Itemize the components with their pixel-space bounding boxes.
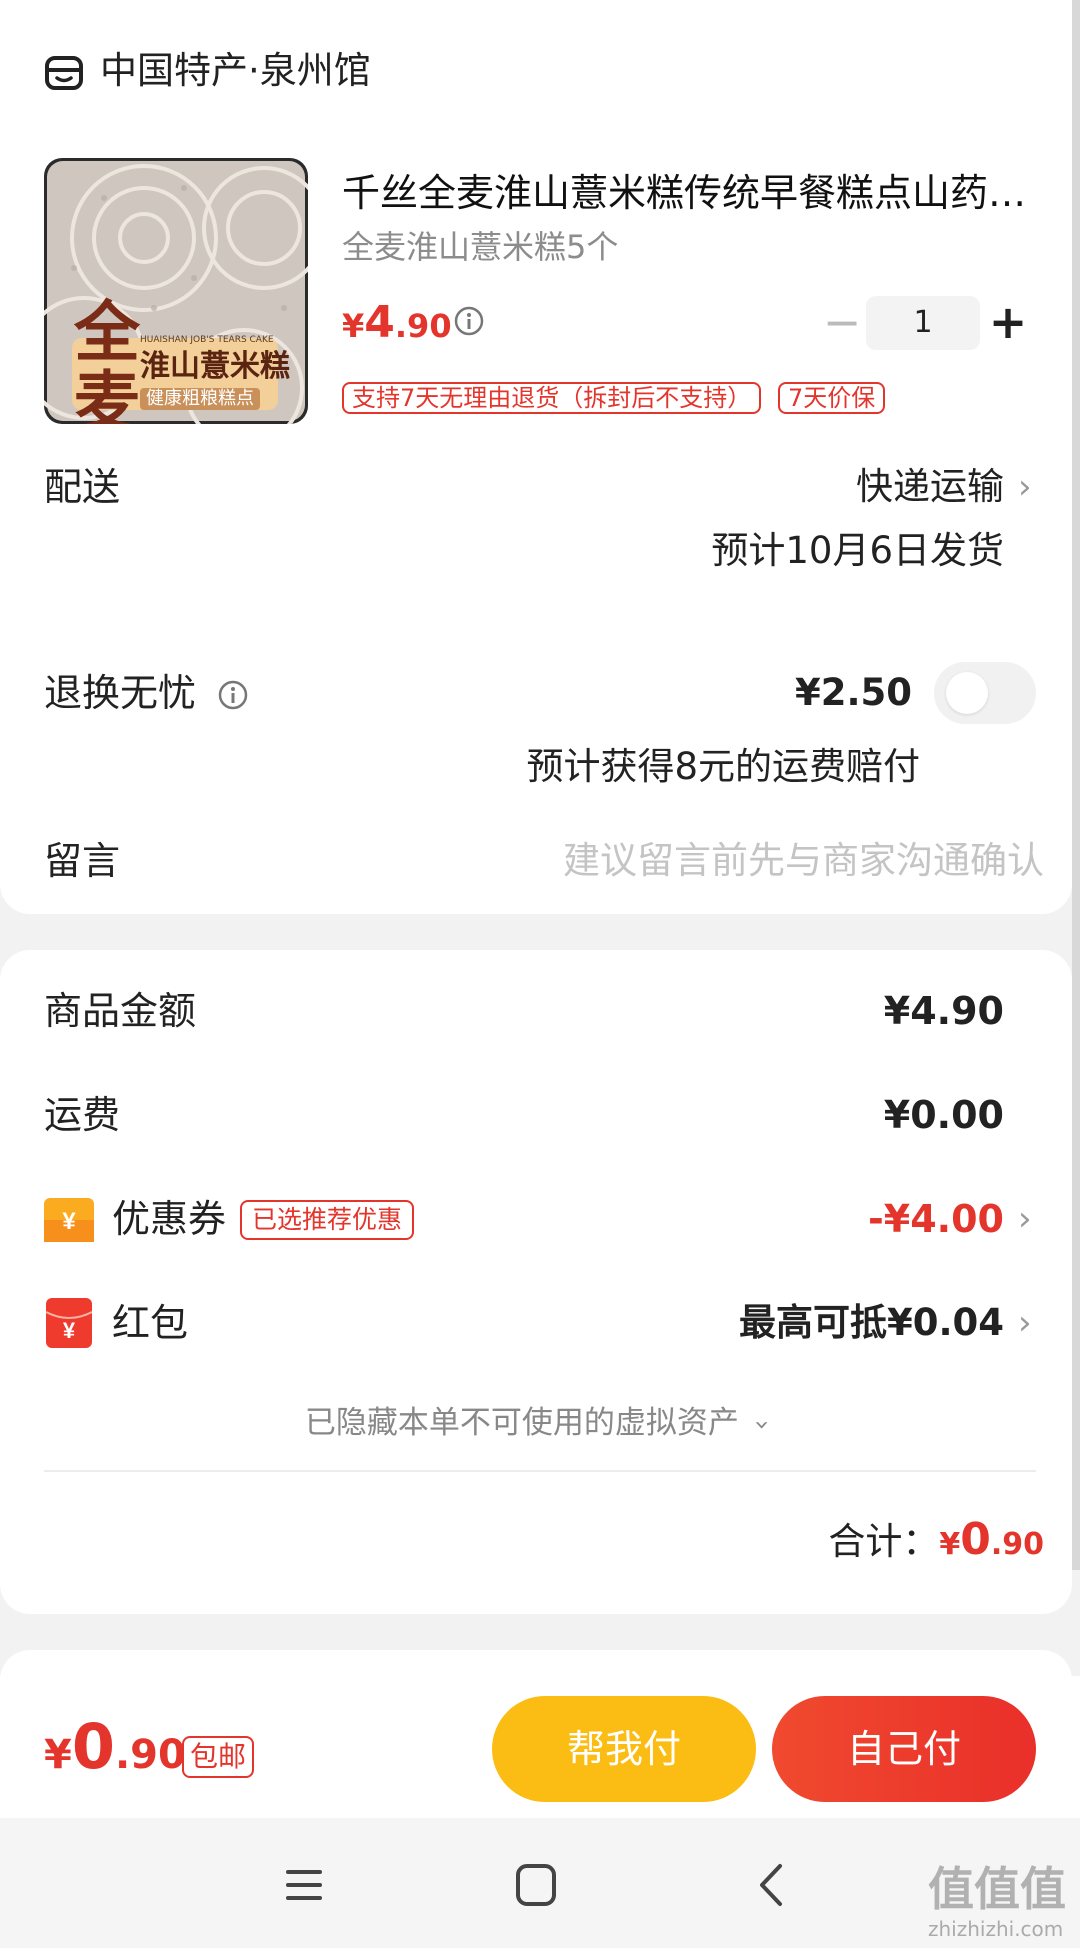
red-packet-value[interactable]: 最高可抵¥0.04 xyxy=(739,1298,1004,1348)
toggle-knob xyxy=(946,672,988,714)
price-info-icon[interactable] xyxy=(454,306,484,336)
svg-text:¥: ¥ xyxy=(63,1318,76,1343)
delivery-estimate: 预计10月6日发货 xyxy=(711,529,1004,572)
help-pay-button[interactable]: 帮我付 xyxy=(492,1696,756,1802)
product-spec[interactable]: 全麦淮山薏米糕5个 xyxy=(342,224,618,270)
coupon-badge: 已选推荐优惠 xyxy=(240,1200,415,1240)
watermark-logo: 值值值 xyxy=(928,1862,1066,1916)
total-label: 合计： xyxy=(828,1520,940,1563)
return-insurance-desc: 预计获得8元的运费赔付 xyxy=(526,745,920,788)
shipping-label: 运费 xyxy=(44,1093,121,1137)
return-policy-tag: 支持7天无理由退货（拆封后不支持） xyxy=(342,382,762,414)
self-pay-button[interactable]: 自己付 xyxy=(772,1696,1036,1802)
total-currency: ¥ xyxy=(939,1527,961,1562)
goods-amount-label: 商品金额 xyxy=(44,989,197,1033)
price-integer: 4 xyxy=(364,297,395,348)
recent-apps-icon[interactable] xyxy=(274,1860,334,1910)
product-image[interactable]: 全麦 HUAISHAN JOB'S TEARS CAKE 淮山薏米糕 健康粗粮糕… xyxy=(44,158,308,424)
coupon-label[interactable]: 优惠券 xyxy=(112,1194,226,1244)
product-title[interactable]: 千丝全麦淮山薏米糕传统早餐糕点山药… xyxy=(342,168,1032,218)
image-sub-text: 健康粗粮糕点 xyxy=(140,388,260,410)
image-english-text: HUAISHAN JOB'S TEARS CAKE xyxy=(140,335,274,345)
chevron-down-icon: › xyxy=(746,1419,777,1431)
price-decimal: .90 xyxy=(394,307,452,345)
payable-decimal: .90 xyxy=(114,1732,186,1778)
red-packet-icon: ¥ xyxy=(46,1298,92,1348)
quantity-increase-button[interactable]: + xyxy=(986,299,1030,345)
return-insurance-price: ¥2.50 xyxy=(794,671,912,714)
store-name[interactable]: 中国特产·泉州馆 xyxy=(100,46,371,96)
hidden-assets-text: 已隐藏本单不可使用的虚拟资产 xyxy=(304,1405,739,1441)
return-insurance-info-icon[interactable] xyxy=(218,680,248,710)
back-icon[interactable] xyxy=(742,1860,802,1910)
coupon-chevron-right-icon[interactable]: › xyxy=(1018,1194,1032,1244)
image-name-text: 淮山薏米糕 xyxy=(140,349,290,384)
message-label: 留言 xyxy=(44,839,121,883)
delivery-label: 配送 xyxy=(44,465,121,509)
red-packet-label[interactable]: 红包 xyxy=(112,1298,188,1348)
payable-integer: 0 xyxy=(71,1710,115,1783)
payable-price: ¥0.90 xyxy=(44,1712,186,1798)
coupon-icon: ¥ xyxy=(44,1198,94,1242)
delivery-chevron-right-icon[interactable]: › xyxy=(1018,462,1032,512)
coupon-value[interactable]: -¥4.00 xyxy=(868,1194,1004,1244)
watermark-url: zhizhizhi.com xyxy=(928,1917,1064,1941)
total-row: 合计：¥0.90 xyxy=(828,1514,1044,1567)
scrollbar[interactable] xyxy=(1072,0,1080,1570)
goods-amount-value: ¥4.90 xyxy=(883,989,1004,1033)
quantity-decrease-button[interactable]: − xyxy=(820,299,864,346)
total-decimal: .90 xyxy=(990,1527,1044,1562)
free-shipping-badge: 包邮 xyxy=(182,1736,255,1778)
price-protection-tag: 7天价保 xyxy=(778,382,886,414)
quantity-input[interactable]: 1 xyxy=(866,296,980,350)
product-price: ¥4.90 xyxy=(342,298,452,357)
total-price: ¥0.90 xyxy=(939,1514,1044,1565)
price-currency: ¥ xyxy=(342,307,365,345)
message-input[interactable]: 建议留言前先与商家沟通确认 xyxy=(563,836,1044,886)
payable-currency: ¥ xyxy=(44,1732,72,1778)
svg-text:¥: ¥ xyxy=(62,1208,76,1235)
total-integer: 0 xyxy=(960,1514,991,1565)
delivery-method[interactable]: 快递运输 xyxy=(856,462,1004,512)
red-packet-chevron-right-icon[interactable]: › xyxy=(1018,1298,1032,1348)
divider xyxy=(44,1470,1036,1472)
hidden-assets-toggle[interactable]: 已隐藏本单不可使用的虚拟资产 › xyxy=(0,1400,1072,1448)
shipping-value: ¥0.00 xyxy=(883,1093,1004,1137)
return-insurance-label: 退换无忧 xyxy=(44,671,197,715)
home-icon[interactable] xyxy=(506,1860,566,1910)
store-icon xyxy=(45,56,83,90)
